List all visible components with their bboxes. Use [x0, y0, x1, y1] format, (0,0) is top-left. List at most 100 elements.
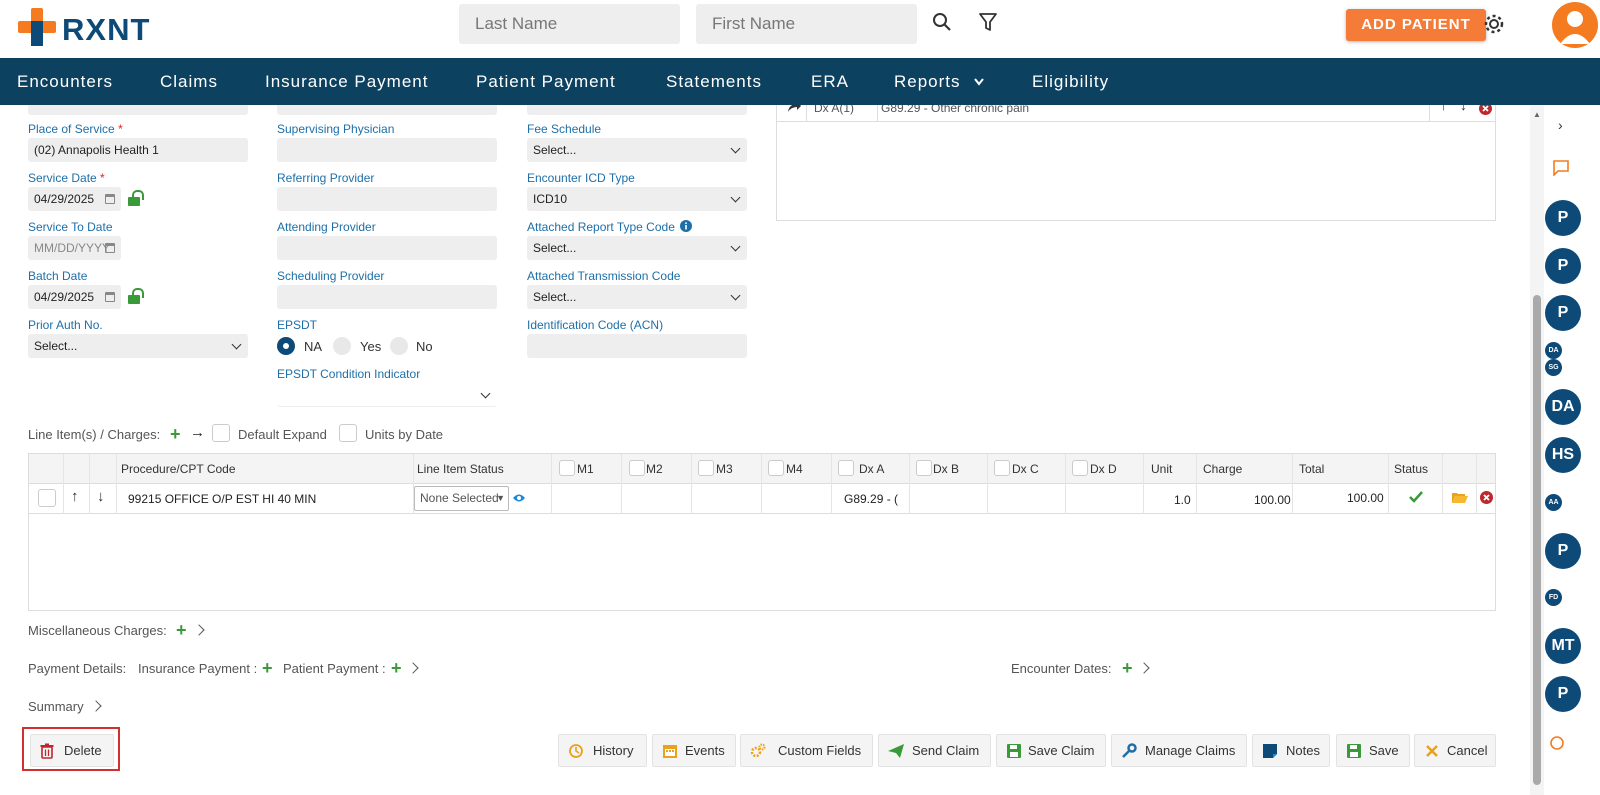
- scrollbar-thumb[interactable]: [1533, 295, 1541, 785]
- row-procedure-code[interactable]: 99215 OFFICE O/P EST HI 40 MIN: [128, 492, 316, 506]
- add-insurance-payment-icon[interactable]: +: [262, 659, 273, 677]
- redo-icon[interactable]: [787, 105, 801, 113]
- field-partial[interactable]: [527, 105, 747, 115]
- place-of-service-field[interactable]: (02) Annapolis Health 1: [28, 138, 248, 162]
- refresh-icon[interactable]: [1549, 735, 1565, 751]
- transmission-code-select[interactable]: Select...: [527, 285, 747, 309]
- nav-statements[interactable]: Statements: [666, 72, 762, 92]
- sidebar-patient-avatar[interactable]: DA: [1545, 342, 1562, 359]
- prior-auth-select[interactable]: Select...: [28, 334, 248, 358]
- sidebar-patient-avatar[interactable]: AA: [1545, 494, 1562, 511]
- nav-encounters[interactable]: Encounters: [17, 72, 113, 92]
- manage-claims-button[interactable]: Manage Claims: [1111, 734, 1247, 767]
- scroll-up-icon[interactable]: ▲: [1533, 110, 1541, 119]
- nav-reports[interactable]: Reports: [894, 72, 961, 92]
- chevron-right-icon[interactable]: [1138, 662, 1150, 674]
- user-avatar[interactable]: [1552, 2, 1598, 48]
- eye-icon[interactable]: [512, 493, 526, 503]
- row-charge[interactable]: 100.00: [1254, 493, 1291, 507]
- notes-button[interactable]: Notes: [1252, 734, 1330, 767]
- report-type-select[interactable]: Select...: [527, 236, 747, 260]
- gear-icon[interactable]: [1482, 12, 1506, 36]
- sidebar-patient-avatar[interactable]: P: [1545, 676, 1581, 712]
- events-button[interactable]: Events: [652, 734, 736, 767]
- chevron-down-icon[interactable]: [973, 77, 985, 87]
- rxnt-logo[interactable]: RXNT: [18, 6, 158, 50]
- sidebar-patient-avatar[interactable]: SG: [1545, 359, 1562, 376]
- unlock-icon[interactable]: [128, 288, 144, 304]
- default-expand-label: Default Expand: [238, 427, 327, 442]
- chat-icon[interactable]: [1553, 160, 1569, 176]
- filter-icon[interactable]: [976, 10, 1000, 34]
- icd-type-select[interactable]: ICD10: [527, 187, 747, 211]
- sidebar-patient-avatar[interactable]: P: [1545, 533, 1581, 569]
- row-move-down-icon[interactable]: ↓: [97, 488, 105, 505]
- sidebar-patient-avatar[interactable]: P: [1545, 248, 1581, 284]
- cancel-button[interactable]: Cancel: [1414, 734, 1496, 767]
- send-claim-button[interactable]: Send Claim: [878, 734, 991, 767]
- chevron-right-icon[interactable]: [90, 700, 102, 712]
- delete-row-icon[interactable]: [1480, 491, 1493, 504]
- sidebar-patient-avatar[interactable]: MT: [1545, 628, 1581, 664]
- row-dx-a[interactable]: G89.29 - (: [844, 492, 898, 506]
- add-encounter-date-icon[interactable]: +: [1122, 659, 1133, 677]
- row-move-up-icon[interactable]: ↑: [71, 488, 79, 505]
- insurance-field-partial[interactable]: [28, 105, 248, 115]
- save-claim-button[interactable]: Save Claim: [996, 734, 1106, 767]
- move-down-icon[interactable]: ↓: [1460, 105, 1467, 113]
- move-up-icon[interactable]: ↑: [1440, 105, 1447, 113]
- add-patient-button[interactable]: ADD PATIENT: [1346, 9, 1486, 41]
- epsdt-na-radio[interactable]: [277, 337, 295, 355]
- referring-provider-field[interactable]: [277, 187, 497, 211]
- chevron-right-icon[interactable]: [193, 624, 205, 636]
- default-expand-checkbox[interactable]: [212, 424, 230, 442]
- identification-code-field[interactable]: [527, 334, 747, 358]
- add-line-item-icon[interactable]: +: [170, 425, 181, 443]
- last-name-input[interactable]: [459, 4, 680, 44]
- attending-provider-field[interactable]: [277, 236, 497, 260]
- sidebar-patient-avatar[interactable]: DA: [1545, 389, 1581, 425]
- first-name-input[interactable]: [696, 4, 917, 44]
- cogs-icon: [750, 743, 766, 758]
- calendar-icon[interactable]: [105, 292, 115, 302]
- sidebar-patient-avatar[interactable]: FD: [1545, 589, 1562, 606]
- custom-fields-button[interactable]: Custom Fields: [740, 734, 873, 767]
- sidebar-patient-avatar[interactable]: P: [1545, 295, 1581, 331]
- nav-patient-payment[interactable]: Patient Payment: [476, 72, 616, 92]
- row-select-checkbox[interactable]: [38, 489, 56, 507]
- history-button[interactable]: History: [558, 734, 647, 767]
- nav-era[interactable]: ERA: [811, 72, 849, 92]
- units-by-date-checkbox[interactable]: [339, 424, 357, 442]
- chevron-right-icon[interactable]: [407, 662, 419, 674]
- epsdt-condition-select[interactable]: [277, 383, 497, 407]
- arrow-right-icon[interactable]: →: [190, 424, 205, 441]
- provider-field-partial[interactable]: [277, 105, 497, 115]
- line-item-status-select[interactable]: None Selected ▼: [414, 486, 509, 511]
- unlock-icon[interactable]: [128, 190, 144, 206]
- nav-eligibility[interactable]: Eligibility: [1032, 72, 1109, 92]
- add-misc-charge-icon[interactable]: +: [176, 621, 187, 639]
- remove-icon[interactable]: [1479, 105, 1492, 115]
- sidebar-arrow-icon[interactable]: ›: [1558, 117, 1563, 133]
- folder-open-icon[interactable]: [1452, 491, 1468, 503]
- calendar-icon[interactable]: [105, 243, 115, 253]
- sidebar-patient-avatar[interactable]: HS: [1545, 437, 1581, 473]
- delete-button[interactable]: Delete: [30, 734, 114, 767]
- nav-claims[interactable]: Claims: [160, 72, 218, 92]
- epsdt-no-radio[interactable]: [390, 337, 408, 355]
- search-icon[interactable]: [930, 10, 954, 34]
- nav-insurance-payment[interactable]: Insurance Payment: [265, 72, 428, 92]
- row-unit[interactable]: 1.0: [1174, 493, 1191, 507]
- info-icon[interactable]: [680, 220, 692, 232]
- add-patient-payment-icon[interactable]: +: [391, 659, 402, 677]
- line-items-table: Procedure/CPT Code Line Item Status M1 M…: [28, 453, 1496, 611]
- supervising-physician-field[interactable]: [277, 138, 497, 162]
- scrollbar-track[interactable]: ▲: [1530, 105, 1544, 795]
- save-button[interactable]: Save: [1336, 734, 1410, 767]
- epsdt-yes-radio[interactable]: [333, 337, 351, 355]
- calendar-icon[interactable]: [105, 194, 115, 204]
- fee-schedule-select[interactable]: Select...: [527, 138, 747, 162]
- scheduling-provider-field[interactable]: [277, 285, 497, 309]
- summary-label: Summary: [28, 699, 84, 714]
- sidebar-patient-avatar[interactable]: P: [1545, 200, 1581, 236]
